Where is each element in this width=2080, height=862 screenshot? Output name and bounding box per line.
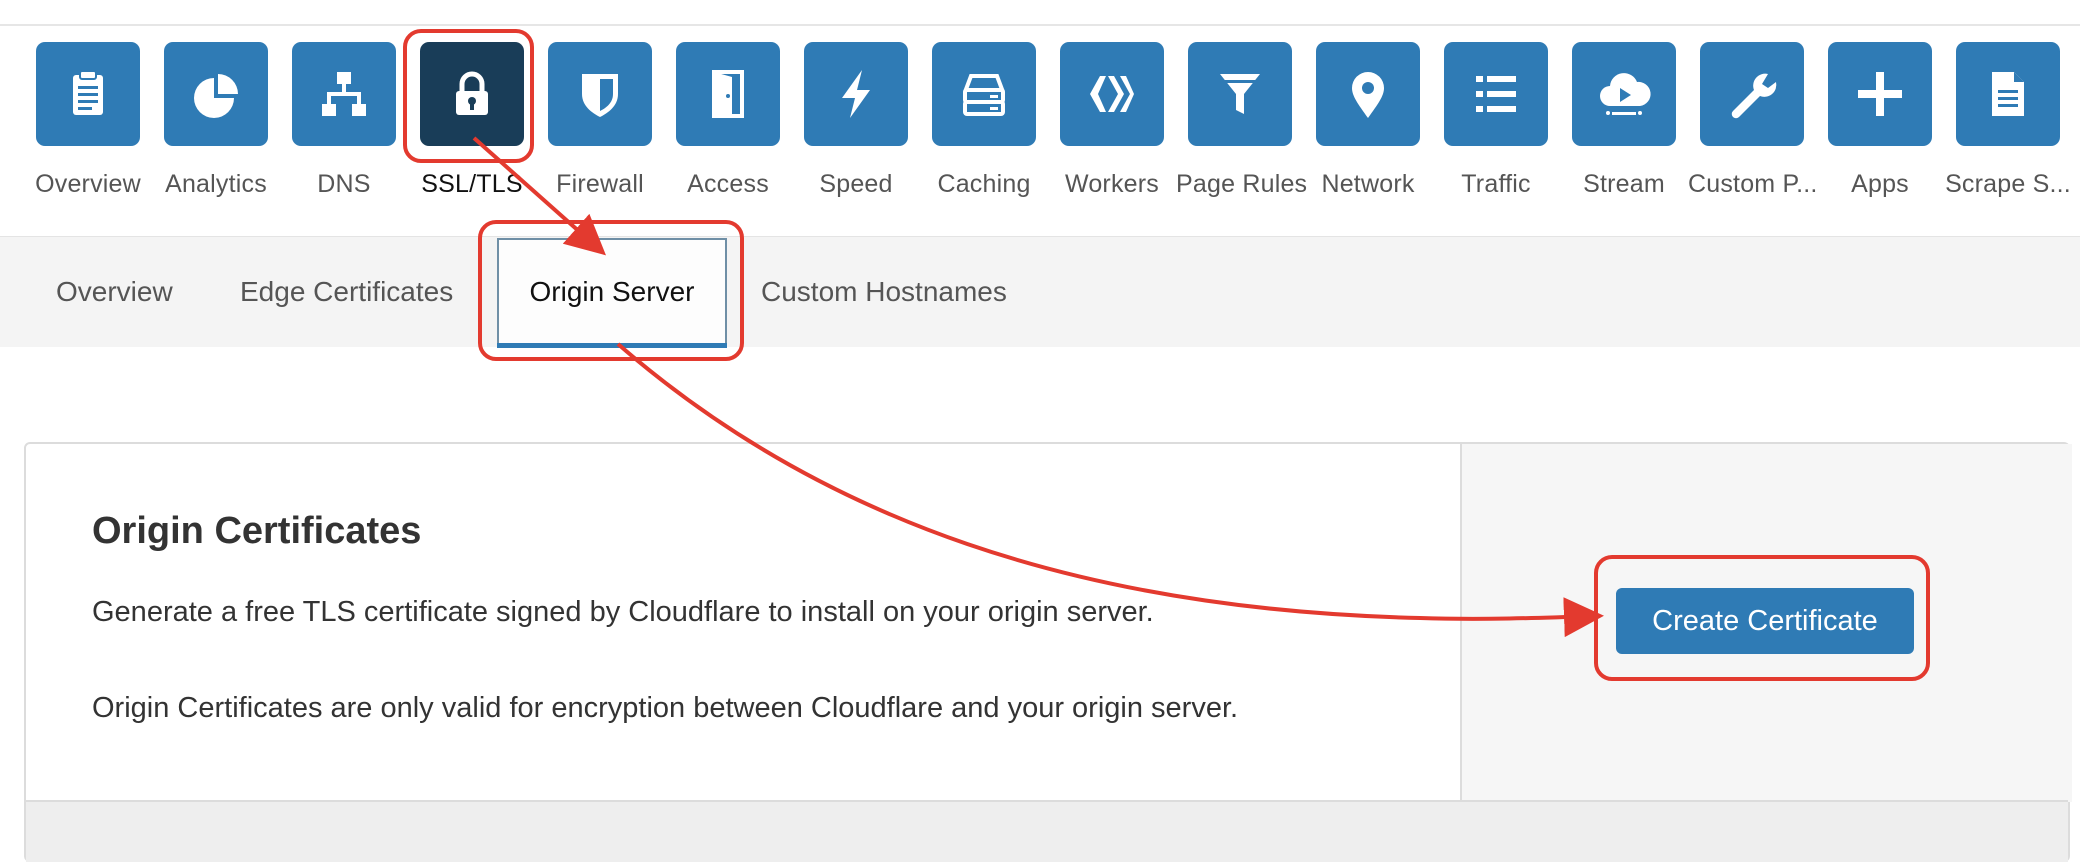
app-label: Access [687,170,769,198]
lightning-icon [804,42,908,146]
app-ssl-tls[interactable]: SSL/TLS [408,42,536,199]
plus-icon [1828,42,1932,146]
app-label: Scrape S... [1945,170,2071,198]
subtab-custom-hostnames[interactable]: Custom Hostnames [761,237,1007,347]
app-label: Overview [35,170,141,198]
app-label: Firewall [556,170,644,198]
app-label: DNS [317,170,371,198]
pie-chart-icon [164,42,268,146]
workers-icon [1060,42,1164,146]
app-speed[interactable]: Speed [792,42,920,199]
subtab-origin-server[interactable]: Origin Server [497,238,727,348]
app-analytics[interactable]: Analytics [152,42,280,199]
card-title: Origin Certificates [92,510,422,552]
app-label: Speed [819,170,893,198]
shield-icon [548,42,652,146]
card-footer [26,800,2068,862]
app-label: Traffic [1461,170,1531,198]
app-traffic[interactable]: Traffic [1432,42,1560,199]
cloud-play-icon [1572,42,1676,146]
ssl-subnav: Overview Edge Certificates Origin Server… [0,236,2080,348]
app-overview[interactable]: Overview [24,42,152,199]
document-icon [1956,42,2060,146]
app-firewall[interactable]: Firewall [536,42,664,199]
clipboard-icon [36,42,140,146]
app-network[interactable]: Network [1304,42,1432,199]
app-page-rules[interactable]: Page Rules [1176,42,1308,199]
server-icon [932,42,1036,146]
app-label: SSL/TLS [421,170,523,198]
app-label: Caching [937,170,1031,198]
create-certificate-button[interactable]: Create Certificate [1616,588,1914,654]
wrench-icon [1700,42,1804,146]
app-dns[interactable]: DNS [280,42,408,199]
app-label: Custom P... [1688,170,1818,198]
app-apps[interactable]: Apps [1816,42,1944,199]
sitemap-icon [292,42,396,146]
door-icon [676,42,780,146]
list-icon [1444,42,1548,146]
app-custom-pages[interactable]: Custom P... [1688,42,1818,199]
app-access[interactable]: Access [664,42,792,199]
app-label: Page Rules [1176,170,1308,198]
card-description: Generate a free TLS certificate signed b… [92,596,1154,628]
app-caching[interactable]: Caching [920,42,1048,199]
app-label: Apps [1851,170,1909,198]
lock-icon [420,42,524,146]
app-label: Stream [1583,170,1665,198]
card-note: Origin Certificates are only valid for e… [92,692,1239,724]
app-navigation-bar: Overview Analytics DNS SSL/TLS Firewall … [0,0,2080,235]
subtab-edge-certificates[interactable]: Edge Certificates [240,237,453,347]
app-scrape-shield[interactable]: Scrape S... [1944,42,2072,199]
app-label: Analytics [165,170,267,198]
app-label: Network [1321,170,1415,198]
subtab-overview[interactable]: Overview [56,237,173,347]
map-pin-icon [1316,42,1420,146]
app-workers[interactable]: Workers [1048,42,1176,199]
app-label: Workers [1064,170,1159,198]
filter-icon [1188,42,1292,146]
app-stream[interactable]: Stream [1560,42,1688,199]
